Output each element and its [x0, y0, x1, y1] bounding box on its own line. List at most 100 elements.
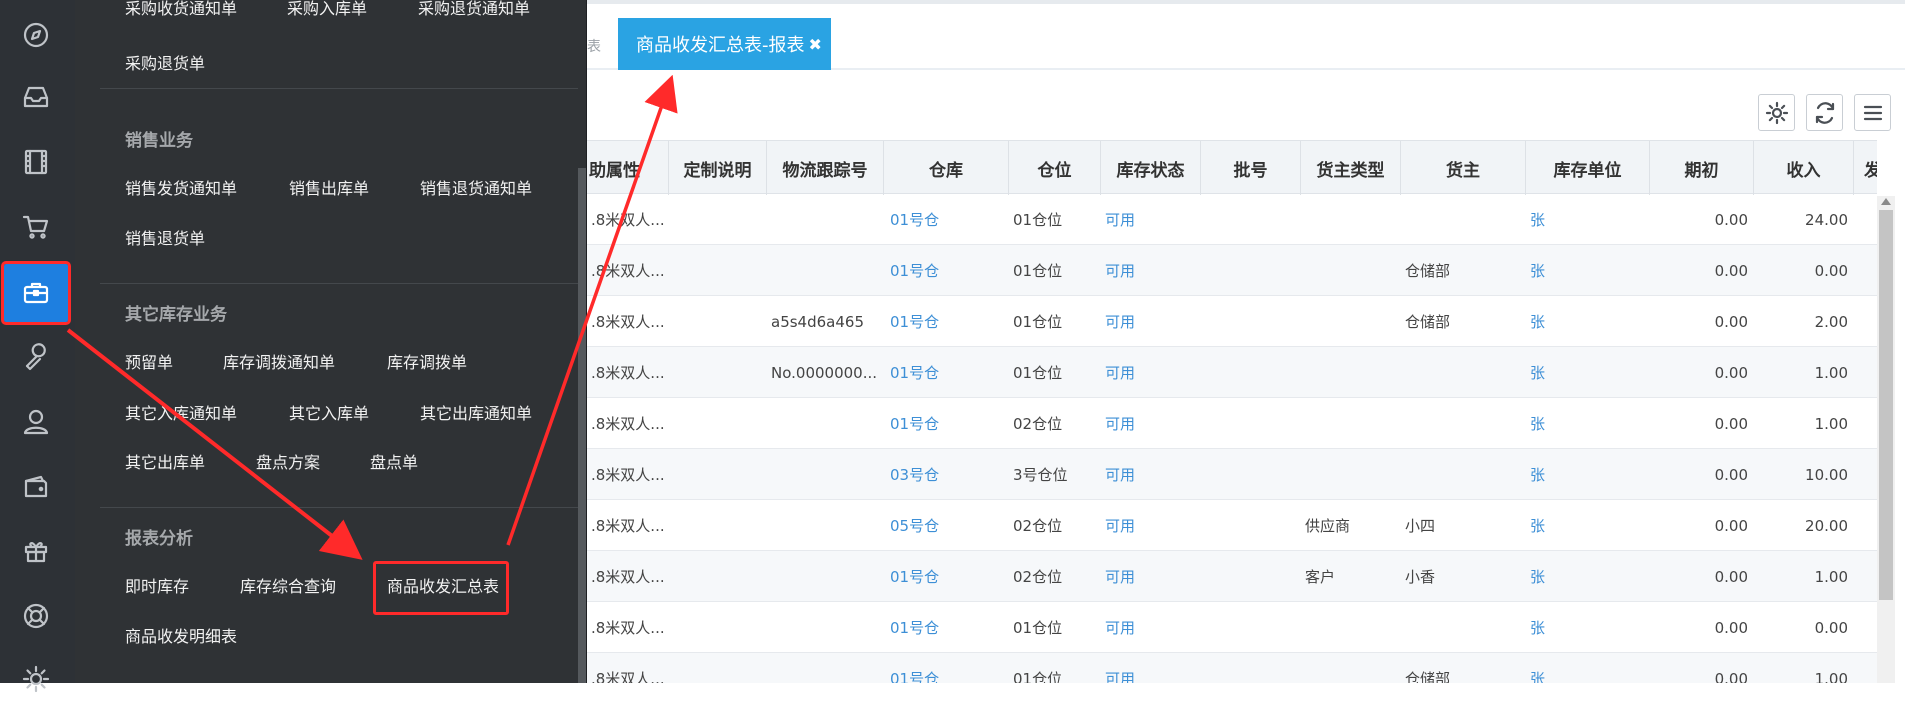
- cell-stock-unit[interactable]: 张: [1526, 551, 1650, 602]
- cell-stock-status[interactable]: 可用: [1101, 398, 1201, 449]
- column-header-income[interactable]: 收入: [1754, 141, 1854, 195]
- cell-stock-unit[interactable]: 张: [1526, 194, 1650, 245]
- cell-warehouse[interactable]: 01号仓: [884, 245, 1009, 296]
- cell-opening: 0.00: [1714, 465, 1748, 484]
- cell-stock-status[interactable]: 可用: [1101, 500, 1201, 551]
- column-header-opening[interactable]: 期初: [1650, 141, 1754, 195]
- menu-item-sales-outbound[interactable]: 销售出库单: [289, 175, 369, 199]
- menu-item-other-inbound[interactable]: 其它入库单: [289, 400, 369, 424]
- cell-warehouse[interactable]: 01号仓: [884, 194, 1009, 245]
- menu-item-inventory-query[interactable]: 库存综合查询: [240, 573, 336, 597]
- cell-stock-status[interactable]: 可用: [1101, 653, 1201, 683]
- flyout-scrollbar[interactable]: [578, 168, 586, 683]
- menu-item-sales-return[interactable]: 销售退货单: [125, 225, 205, 249]
- cart-icon[interactable]: [4, 198, 68, 256]
- table-row[interactable]: .8米双人... 01号仓 01仓位 可用 张 0.00 0.00: [587, 602, 1877, 653]
- cell-warehouse[interactable]: 01号仓: [884, 296, 1009, 347]
- menu-item-transfer-notice[interactable]: 库存调拨通知单: [223, 349, 335, 373]
- cell-stock-status[interactable]: 可用: [1101, 449, 1201, 500]
- menu-item-sales-return-notice[interactable]: 销售退货通知单: [420, 175, 532, 199]
- column-header-custom-note[interactable]: 定制说明: [669, 141, 767, 195]
- wrench-icon[interactable]: [4, 328, 68, 386]
- cell-stock-status[interactable]: 可用: [1101, 296, 1201, 347]
- cell-warehouse[interactable]: 01号仓: [884, 398, 1009, 449]
- briefcase-icon[interactable]: [1, 261, 71, 325]
- refresh-button[interactable]: [1806, 94, 1843, 131]
- column-header-warehouse[interactable]: 仓库: [884, 141, 1009, 195]
- cell-stock-status[interactable]: 可用: [1101, 194, 1201, 245]
- cell-stock-unit[interactable]: 张: [1526, 500, 1650, 551]
- inbox-icon[interactable]: [4, 68, 68, 126]
- menu-item-other-outbound[interactable]: 其它出库单: [125, 449, 205, 473]
- tab-goods-summary-report[interactable]: 商品收发汇总表-报表 ✖: [618, 18, 831, 70]
- table-row[interactable]: .8米双人... 01号仓 01仓位 可用 仓储部 张 0.00 1.00: [587, 653, 1877, 683]
- column-header-tracking-no[interactable]: 物流跟踪号: [767, 141, 884, 195]
- menu-item-stocktake-plan[interactable]: 盘点方案: [256, 449, 320, 473]
- table-row[interactable]: .8米双人... 05号仓 02仓位 可用 供应商 小四 张 0.00 20.00: [587, 500, 1877, 551]
- cell-stock-unit[interactable]: 张: [1526, 653, 1650, 683]
- column-header-owner-type[interactable]: 货主类型: [1301, 141, 1401, 195]
- cell-warehouse[interactable]: 05号仓: [884, 500, 1009, 551]
- column-header-issue[interactable]: 发: [1854, 141, 1877, 195]
- cell-stock-unit[interactable]: 张: [1526, 245, 1650, 296]
- column-header-location[interactable]: 仓位: [1009, 141, 1101, 195]
- table-row[interactable]: .8米双人... 01号仓 01仓位 可用 张 0.00 24.00: [587, 194, 1877, 245]
- table-row[interactable]: .8米双人... a5s4d6a465 01号仓 01仓位 可用 仓储部 张 0.00 2.00: [587, 296, 1877, 347]
- cell-tracking-no: [767, 602, 884, 653]
- cell-warehouse[interactable]: 03号仓: [884, 449, 1009, 500]
- menu-item-purchase-return[interactable]: 采购退货单: [125, 50, 205, 74]
- cell-warehouse[interactable]: 01号仓: [884, 347, 1009, 398]
- cell-owner-type: [1301, 653, 1401, 683]
- cell-warehouse[interactable]: 01号仓: [884, 551, 1009, 602]
- gift-icon[interactable]: [4, 522, 68, 580]
- menu-item-other-outbound-notice[interactable]: 其它出库通知单: [420, 400, 532, 424]
- cell-stock-status[interactable]: 可用: [1101, 347, 1201, 398]
- menu-item-sales-delivery-notice[interactable]: 销售发货通知单: [125, 175, 237, 199]
- lifebuoy-icon[interactable]: [4, 587, 68, 645]
- cell-stock-unit[interactable]: 张: [1526, 602, 1650, 653]
- gear-icon[interactable]: [4, 650, 68, 708]
- cell-stock-unit[interactable]: 张: [1526, 449, 1650, 500]
- wallet-icon[interactable]: [4, 458, 68, 516]
- cell-stock-unit[interactable]: 张: [1526, 296, 1650, 347]
- compass-icon[interactable]: [4, 6, 68, 64]
- close-icon[interactable]: ✖: [809, 35, 822, 54]
- cell-warehouse[interactable]: 01号仓: [884, 653, 1009, 683]
- scrollbar-thumb[interactable]: [1879, 210, 1893, 600]
- grid-scrollbar[interactable]: [1877, 196, 1895, 683]
- cell-custom-note: [669, 500, 767, 551]
- tab-partial[interactable]: 表: [587, 36, 601, 56]
- menu-item-reservation[interactable]: 预留单: [125, 349, 173, 373]
- column-header-aux-attribute[interactable]: 助属性: [587, 141, 669, 195]
- table-row[interactable]: .8米双人... 01号仓 02仓位 可用 张 0.00 1.00: [587, 398, 1877, 449]
- column-header-stock-status[interactable]: 库存状态: [1101, 141, 1201, 195]
- cell-batch: [1201, 347, 1301, 398]
- column-header-owner[interactable]: 货主: [1401, 141, 1526, 195]
- settings-button[interactable]: [1758, 94, 1795, 131]
- table-row[interactable]: .8米双人... 01号仓 02仓位 可用 客户 小香 张 0.00 1.00: [587, 551, 1877, 602]
- menu-item-realtime-inventory[interactable]: 即时库存: [125, 573, 189, 597]
- table-row[interactable]: .8米双人... 01号仓 01仓位 可用 仓储部 张 0.00 0.00: [587, 245, 1877, 296]
- cell-stock-unit[interactable]: 张: [1526, 398, 1650, 449]
- cell-stock-status[interactable]: 可用: [1101, 551, 1201, 602]
- menu-item-purchase-inbound[interactable]: 采购入库单: [287, 0, 367, 19]
- user-icon[interactable]: [4, 393, 68, 451]
- table-row[interactable]: .8米双人... 03号仓 3号仓位 可用 张 0.00 10.00: [587, 449, 1877, 500]
- menu-item-stocktake[interactable]: 盘点单: [370, 449, 418, 473]
- cell-tracking-no: [767, 194, 884, 245]
- table-row[interactable]: .8米双人... No.0000000... 01号仓 01仓位 可用 张 0.00 1.00: [587, 347, 1877, 398]
- cell-stock-unit[interactable]: 张: [1526, 347, 1650, 398]
- scroll-up-icon[interactable]: [1881, 198, 1891, 205]
- menu-item-other-inbound-notice[interactable]: 其它入库通知单: [125, 400, 237, 424]
- menu-item-purchase-return-notice[interactable]: 采购退货通知单: [418, 0, 530, 19]
- menu-item-transfer[interactable]: 库存调拨单: [387, 349, 467, 373]
- cell-stock-status[interactable]: 可用: [1101, 245, 1201, 296]
- menu-item-goods-detail-report[interactable]: 商品收发明细表: [125, 623, 237, 647]
- menu-item-purchase-receipt-notice[interactable]: 采购收货通知单: [125, 0, 237, 19]
- cell-stock-status[interactable]: 可用: [1101, 602, 1201, 653]
- film-icon[interactable]: [4, 133, 68, 191]
- column-header-batch[interactable]: 批号: [1201, 141, 1301, 195]
- column-header-stock-unit[interactable]: 库存单位: [1526, 141, 1650, 195]
- column-menu-button[interactable]: [1854, 94, 1891, 131]
- cell-warehouse[interactable]: 01号仓: [884, 602, 1009, 653]
